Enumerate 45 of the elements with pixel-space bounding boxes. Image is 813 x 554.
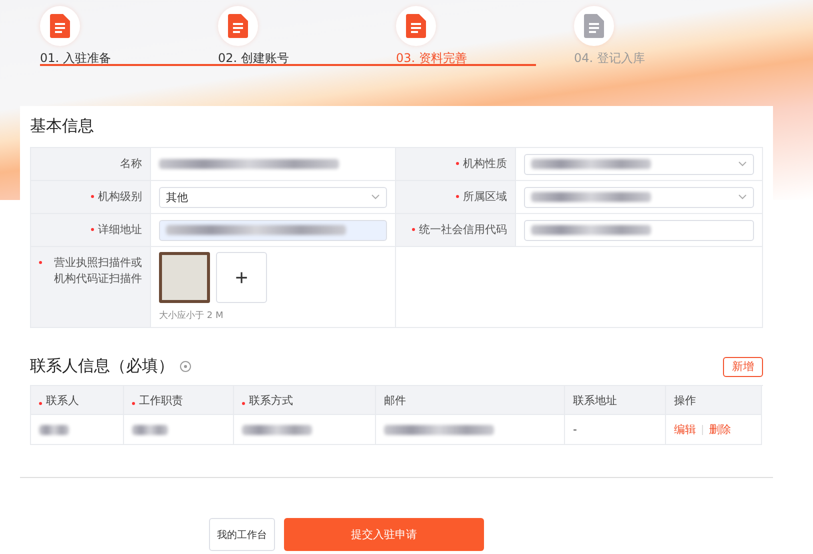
workbench-button[interactable]: 我的工作台 (209, 518, 275, 551)
document-icon (50, 14, 70, 38)
step-label: 04. 登记入库 (574, 50, 645, 67)
field-label: 名称 (120, 156, 142, 172)
column-header: 工作职责 (139, 392, 183, 408)
chevron-down-icon (738, 161, 747, 167)
blurred-text (39, 424, 69, 434)
help-icon[interactable] (180, 361, 191, 372)
select-field[interactable] (524, 186, 754, 208)
document-icon (406, 14, 426, 38)
input-field[interactable] (524, 220, 754, 240)
input-field[interactable] (159, 220, 387, 240)
field-label: 营业执照扫描件或机构代码证扫描件 (53, 255, 142, 287)
section-title: 基本信息 (30, 116, 95, 137)
field-label: 机构级别 (98, 189, 142, 205)
add-button[interactable]: 新增 (723, 356, 763, 376)
step-label: 02. 创建账号 (218, 50, 289, 67)
select-field[interactable] (524, 154, 754, 174)
column-header: 操作 (674, 392, 696, 408)
photo-placeholder[interactable] (159, 252, 210, 303)
chevron-down-icon (738, 194, 747, 200)
table-cell: - (573, 423, 577, 436)
field-label: 详细地址 (98, 222, 142, 238)
field-value: 其他 (166, 190, 188, 204)
column-header: 联系人 (46, 392, 79, 408)
document-icon (228, 14, 248, 38)
chevron-down-icon (371, 194, 380, 200)
step-label: 03. 资料完善 (396, 50, 467, 67)
step-label: 01. 入驻准备 (40, 50, 111, 67)
field-label: 统一社会信用代码 (419, 222, 507, 238)
field-label: 所属区域 (463, 189, 507, 205)
delete-link[interactable]: 删除 (709, 422, 731, 437)
section-title: 联系人信息（必填） (30, 356, 174, 377)
column-header: 联系地址 (573, 392, 617, 408)
field-label: 机构性质 (463, 156, 507, 172)
edit-link[interactable]: 编辑 (674, 422, 696, 437)
column-header: 联系方式 (249, 392, 293, 408)
blurred-text (242, 424, 312, 434)
blurred-text (132, 424, 168, 434)
document-icon (584, 14, 604, 38)
add-button[interactable]: + (216, 252, 267, 303)
submit-button[interactable]: 提交入驻申请 (284, 518, 484, 551)
select-field[interactable]: 其他 (159, 186, 387, 208)
column-header: 邮件 (384, 392, 406, 408)
upload-hint: 大小应小于 2 M (159, 310, 224, 322)
